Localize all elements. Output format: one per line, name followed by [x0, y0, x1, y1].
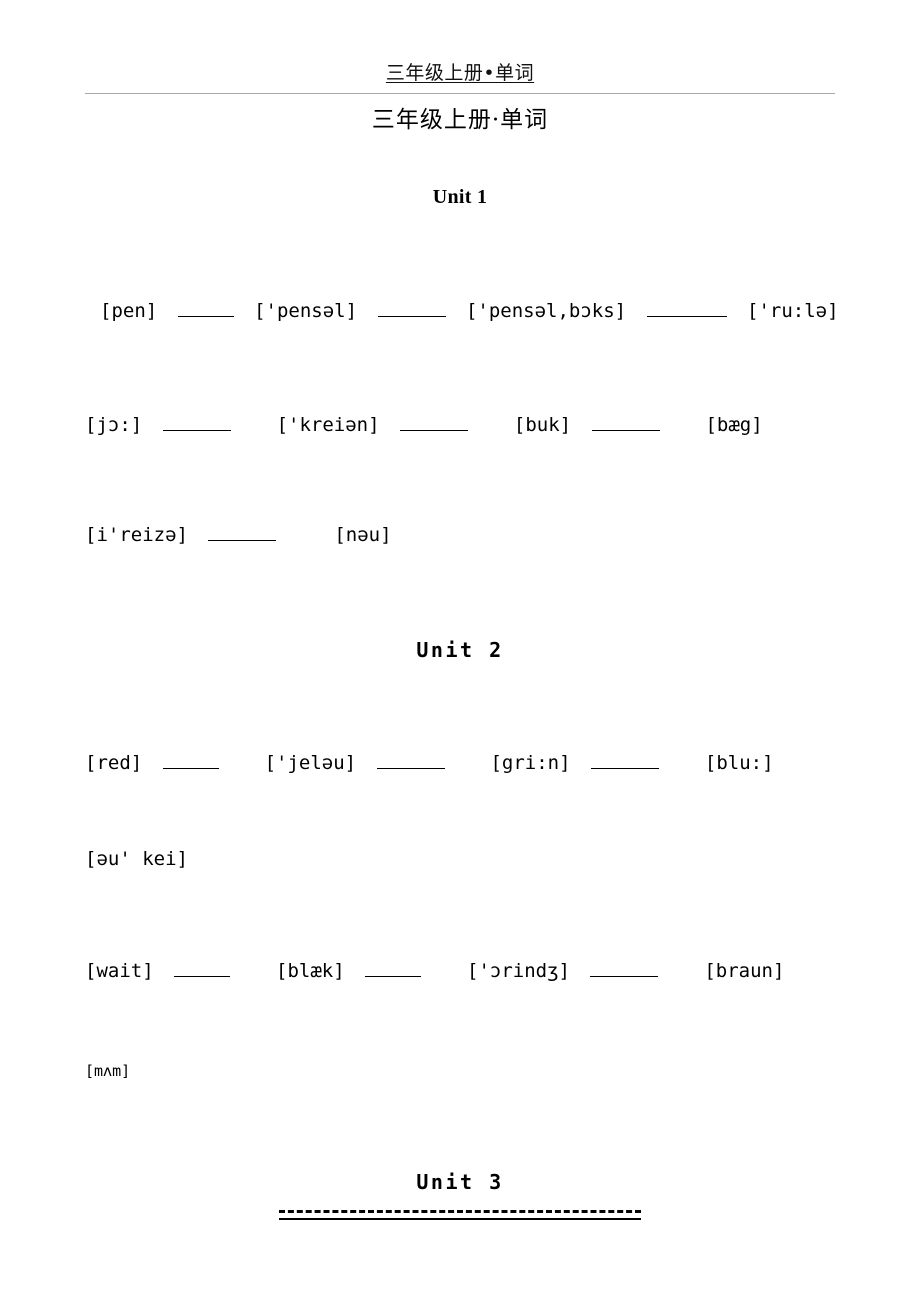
phonetic-yours: [jɔ:] [85, 414, 143, 436]
header-divider [85, 93, 835, 94]
footer-dashed-divider [279, 1210, 641, 1213]
phonetic-yellow: ['jeləu] [264, 752, 357, 774]
unit-2-heading: Unit 2 [416, 638, 504, 662]
answer-blank[interactable] [646, 299, 727, 317]
unit-1-row-2: [jɔ:] ['kreiən] [buk] [bæg] [85, 412, 845, 438]
unit-1-row-1: [pen] ['pensəl] ['pensəl,bɔks] ['ru:lə] [100, 298, 860, 324]
running-header-text: 三年级上册•单词 [385, 62, 535, 84]
answer-blank[interactable] [365, 959, 422, 977]
phonetic-mum: [mʌm] [85, 1062, 131, 1080]
answer-blank[interactable] [208, 523, 277, 541]
phonetic-crayon: ['kreiən] [276, 414, 380, 436]
unit-1-heading: Unit 1 [432, 186, 488, 208]
answer-blank[interactable] [399, 413, 468, 431]
unit-2-row-3: [wait] [blæk] ['ɔrindʒ] [braun] [85, 958, 845, 984]
unit-2-row-2: [əu' kei] [85, 846, 845, 872]
phonetic-no: [nəu] [334, 524, 392, 546]
footer-solid-divider [279, 1218, 641, 1220]
phonetic-blue: [blu:] [704, 752, 774, 774]
phonetic-pencil-box: ['pensəl,bɔks] [465, 300, 627, 322]
unit-2-row-1: [red] ['jeləu] [gri:n] [blu:] [85, 750, 845, 776]
unit-3-heading: Unit 3 [416, 1170, 504, 1194]
document-page: 三年级上册•单词 三年级上册·单词 Unit 1 [pen] ['pensəl]… [0, 0, 920, 1302]
unit-2-row-4: [mʌm] [85, 1058, 845, 1084]
phonetic-okay: [əu' kei] [85, 848, 188, 870]
page-title: 三年级上册·单词 [371, 107, 549, 133]
phonetic-green: [gri:n] [490, 752, 571, 774]
answer-blank[interactable] [590, 751, 659, 769]
phonetic-orange: ['ɔrindʒ] [467, 960, 570, 982]
answer-blank[interactable] [377, 299, 446, 317]
phonetic-pencil: ['pensəl] [254, 300, 358, 322]
phonetic-black: [blæk] [276, 960, 345, 982]
unit-1-row-3: [i'reizə] [nəu] [85, 522, 845, 548]
phonetic-eraser: [i'reizə] [85, 524, 188, 546]
phonetic-ruler: ['ru:lə] [747, 300, 839, 322]
answer-blank[interactable] [177, 299, 234, 317]
phonetic-bag: [bæg] [705, 414, 763, 436]
running-header: 三年级上册•单词 [0, 60, 920, 86]
answer-blank[interactable] [590, 959, 659, 977]
phonetic-pen: [pen] [100, 300, 158, 322]
answer-blank[interactable] [376, 751, 445, 769]
phonetic-red: [red] [85, 752, 143, 774]
answer-blank[interactable] [162, 413, 231, 431]
answer-blank[interactable] [591, 413, 660, 431]
answer-blank[interactable] [162, 751, 219, 769]
answer-blank[interactable] [174, 959, 231, 977]
phonetic-book: [buk] [513, 414, 572, 436]
phonetic-brown: [braun] [704, 960, 785, 982]
phonetic-white: [wait] [85, 960, 154, 982]
